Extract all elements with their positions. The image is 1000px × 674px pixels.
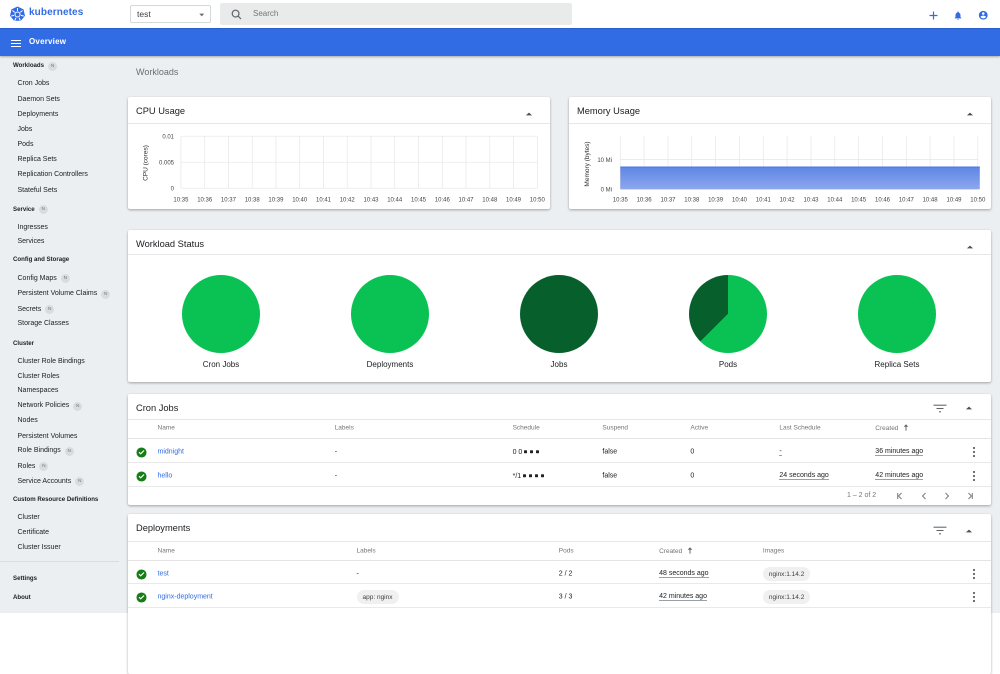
svg-text:10:50: 10:50	[970, 198, 986, 204]
svg-text:10:37: 10:37	[660, 198, 676, 204]
svg-text:10:39: 10:39	[268, 198, 284, 204]
svg-text:10:41: 10:41	[756, 198, 772, 204]
svg-text:10:48: 10:48	[923, 198, 939, 204]
svg-text:10:49: 10:49	[946, 198, 962, 204]
svg-text:10:46: 10:46	[875, 198, 891, 204]
svg-text:10:35: 10:35	[173, 198, 189, 204]
svg-text:0: 0	[171, 186, 175, 192]
svg-text:10 Mi: 10 Mi	[597, 158, 612, 164]
svg-text:Memory (bytes): Memory (bytes)	[584, 141, 591, 186]
svg-text:10:38: 10:38	[684, 198, 700, 204]
svg-text:10:47: 10:47	[899, 198, 915, 204]
svg-text:10:36: 10:36	[197, 198, 213, 204]
svg-text:10:44: 10:44	[387, 198, 403, 204]
svg-text:10:44: 10:44	[827, 198, 843, 204]
svg-text:10:37: 10:37	[221, 198, 237, 204]
svg-text:10:41: 10:41	[316, 198, 332, 204]
svg-text:10:43: 10:43	[803, 198, 819, 204]
svg-text:10:47: 10:47	[458, 198, 474, 204]
svg-text:10:38: 10:38	[245, 198, 261, 204]
svg-text:10:39: 10:39	[708, 198, 724, 204]
svg-text:10:42: 10:42	[340, 198, 356, 204]
svg-text:10:50: 10:50	[530, 198, 546, 204]
svg-text:10:40: 10:40	[292, 198, 308, 204]
svg-text:10:42: 10:42	[780, 198, 796, 204]
svg-text:10:49: 10:49	[506, 198, 522, 204]
svg-text:10:46: 10:46	[435, 198, 451, 204]
svg-text:0 Mi: 0 Mi	[601, 188, 612, 194]
svg-text:0.01: 0.01	[162, 134, 174, 140]
svg-text:10:36: 10:36	[637, 198, 653, 204]
svg-text:10:35: 10:35	[613, 198, 629, 204]
svg-text:10:43: 10:43	[363, 198, 379, 204]
svg-text:10:45: 10:45	[851, 198, 867, 204]
svg-text:CPU (cores): CPU (cores)	[143, 145, 150, 181]
svg-text:10:45: 10:45	[411, 198, 427, 204]
svg-text:0.005: 0.005	[159, 160, 175, 166]
svg-text:10:48: 10:48	[482, 198, 498, 204]
svg-text:10:40: 10:40	[732, 198, 748, 204]
